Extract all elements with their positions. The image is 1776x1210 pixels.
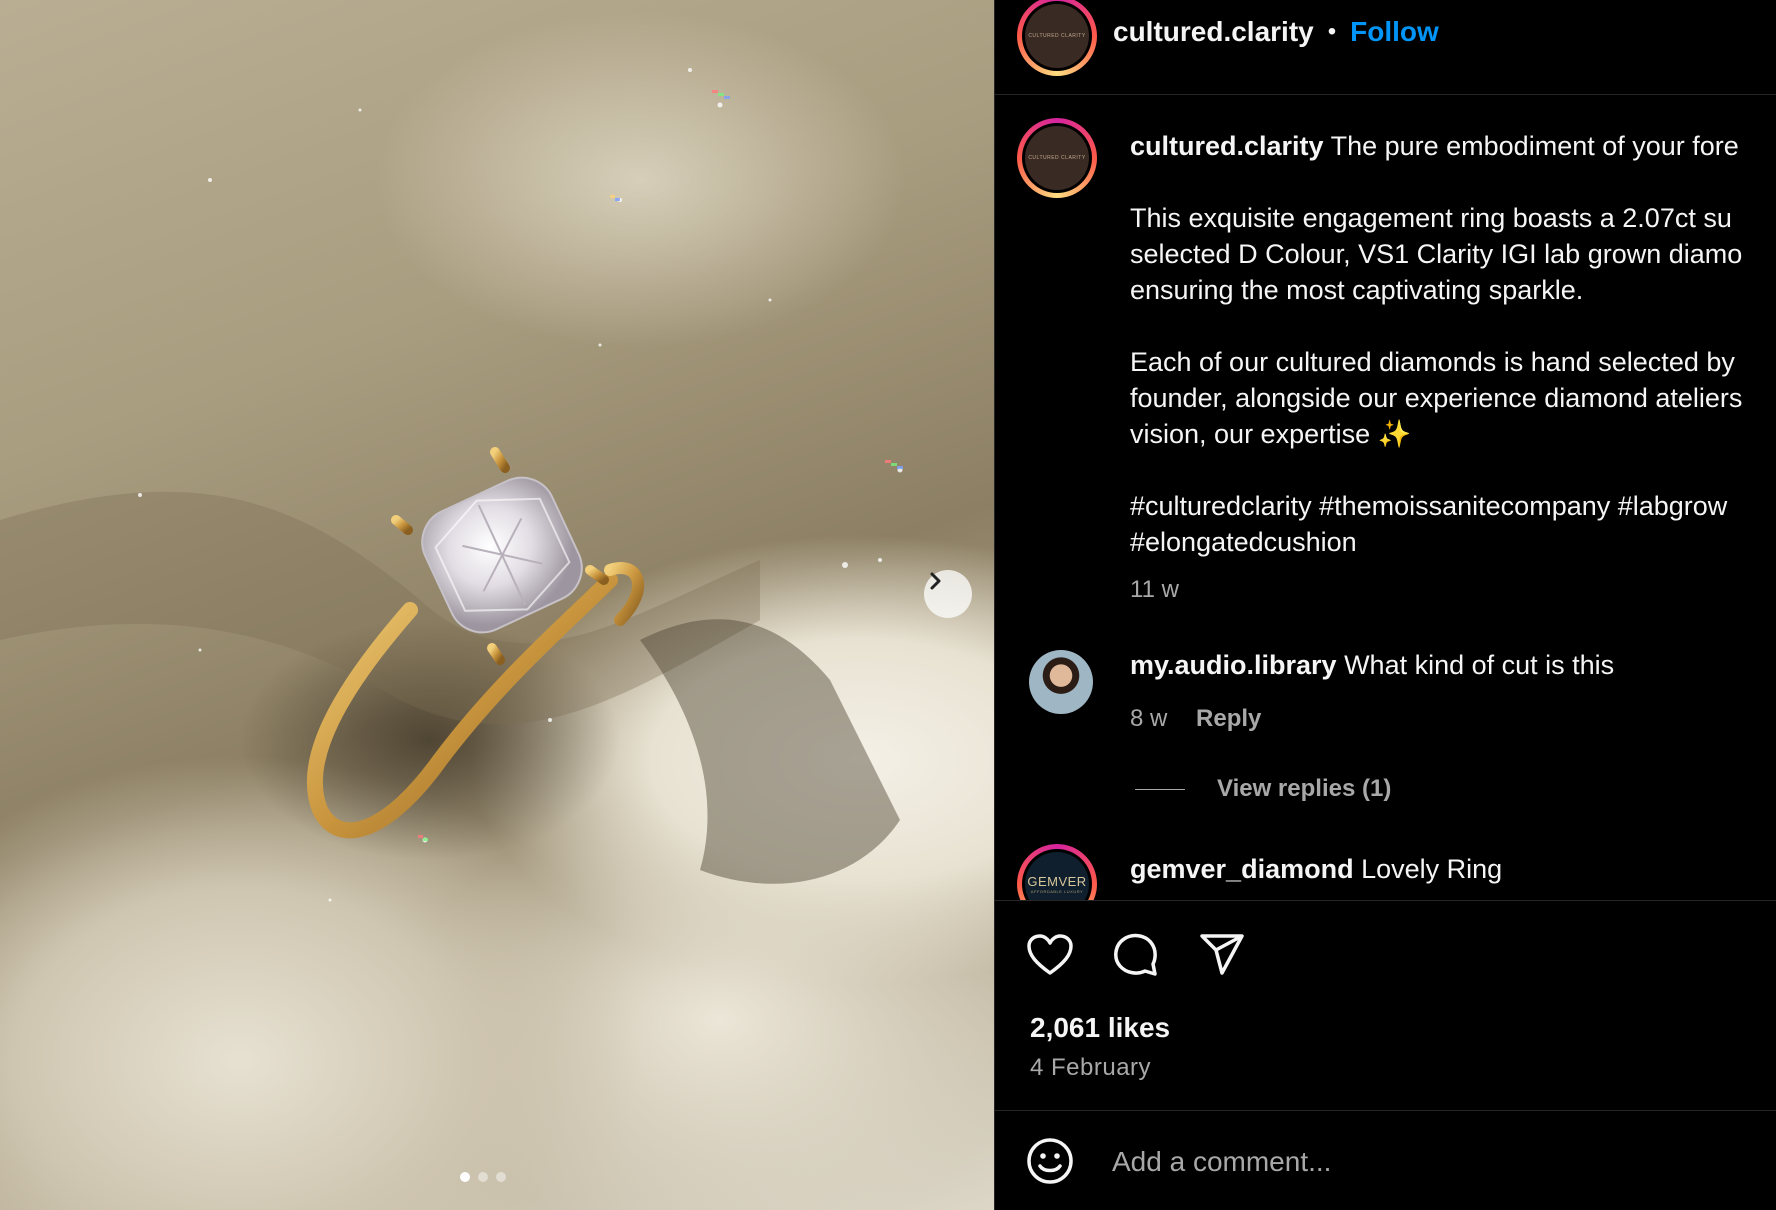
caption-line: This exquisite engagement ring boasts a … — [1130, 203, 1732, 233]
divider — [995, 900, 1776, 901]
comment-text: Lovely Ring — [1361, 854, 1503, 884]
caption-line: founder, alongside our experience diamon… — [1130, 383, 1743, 413]
heart-icon — [1027, 934, 1073, 975]
caption-line: Each of our cultured diamonds is hand se… — [1130, 347, 1735, 377]
post-image — [0, 0, 994, 1210]
carousel-dot — [460, 1172, 470, 1182]
likes-count[interactable]: 2,061 likes — [1030, 1012, 1170, 1044]
post-date: 4 February — [1030, 1054, 1152, 1081]
carousel-indicator — [460, 1172, 506, 1182]
view-replies-label: View replies (1) — [1217, 775, 1392, 802]
comment-username[interactable]: gemver_diamond — [1130, 854, 1354, 884]
emoji-button[interactable] — [1025, 1136, 1075, 1186]
post-caption: cultured.clarity The pure embodiment of … — [1130, 128, 1776, 608]
comment-text: What kind of cut is this — [1344, 650, 1615, 680]
author-username[interactable]: cultured.clarity — [1113, 16, 1314, 48]
emoji-icon — [1027, 1138, 1073, 1184]
comment: my.audio.library What kind of cut is thi… — [1130, 650, 1614, 681]
share-icon — [1200, 934, 1244, 975]
caption-line: The pure embodiment of your fore — [1330, 131, 1739, 161]
divider — [995, 1110, 1776, 1111]
caption-username[interactable]: cultured.clarity — [1130, 131, 1324, 161]
hashtag-line[interactable]: #elongatedcushion — [1130, 524, 1776, 560]
comment-time: 8 w — [1130, 705, 1168, 732]
carousel-dot — [478, 1172, 488, 1182]
author-avatar[interactable]: CULTURED CLARITY — [1017, 0, 1097, 76]
commenter-avatar[interactable] — [1029, 650, 1093, 714]
like-button[interactable] — [1025, 930, 1075, 980]
comment-username[interactable]: my.audio.library — [1130, 650, 1337, 680]
comment-input[interactable] — [1110, 1138, 1754, 1186]
reply-button[interactable]: Reply — [1196, 705, 1261, 732]
next-image-button[interactable] — [924, 570, 972, 618]
add-comment-bar — [995, 1112, 1776, 1210]
ring-photo — [0, 68, 903, 902]
comment-meta: 8 w Reply — [1130, 705, 1261, 733]
share-button[interactable] — [1197, 930, 1247, 980]
hashtag-line[interactable]: #culturedclarity #themoissanitecompany #… — [1130, 488, 1776, 524]
comment-icon — [1114, 933, 1157, 976]
avatar-logo-text: CULTURED CLARITY — [1028, 155, 1086, 161]
avatar-logo-text: CULTURED CLARITY — [1028, 33, 1086, 39]
carousel-dot — [496, 1172, 506, 1182]
comment: gemver_diamond Lovely Ring — [1130, 854, 1502, 885]
action-bar — [1025, 930, 1247, 980]
caption-time: 11 w — [1130, 576, 1179, 603]
chevron-right-icon — [930, 572, 941, 590]
caption-line: ensuring the most captivating sparkle. — [1130, 275, 1584, 305]
separator-dot: • — [1327, 18, 1337, 45]
caption-avatar[interactable]: CULTURED CLARITY — [1017, 118, 1097, 198]
avatar-logo-subtext: AFFORDABLE LUXURY — [1030, 889, 1084, 894]
avatar-logo-text: GEMVER — [1027, 874, 1087, 889]
comment-button[interactable] — [1111, 930, 1161, 980]
caption-line: vision, our expertise ✨ — [1130, 419, 1412, 449]
view-replies-button[interactable]: View replies (1) — [1135, 775, 1391, 803]
post-panel: CULTURED CLARITY cultured.clarity • Foll… — [994, 0, 1776, 1210]
caption-line: selected D Colour, VS1 Clarity IGI lab g… — [1130, 239, 1743, 269]
follow-button[interactable]: Follow — [1350, 16, 1439, 48]
post-header: CULTURED CLARITY cultured.clarity • Foll… — [995, 0, 1776, 95]
replies-line — [1135, 788, 1185, 790]
